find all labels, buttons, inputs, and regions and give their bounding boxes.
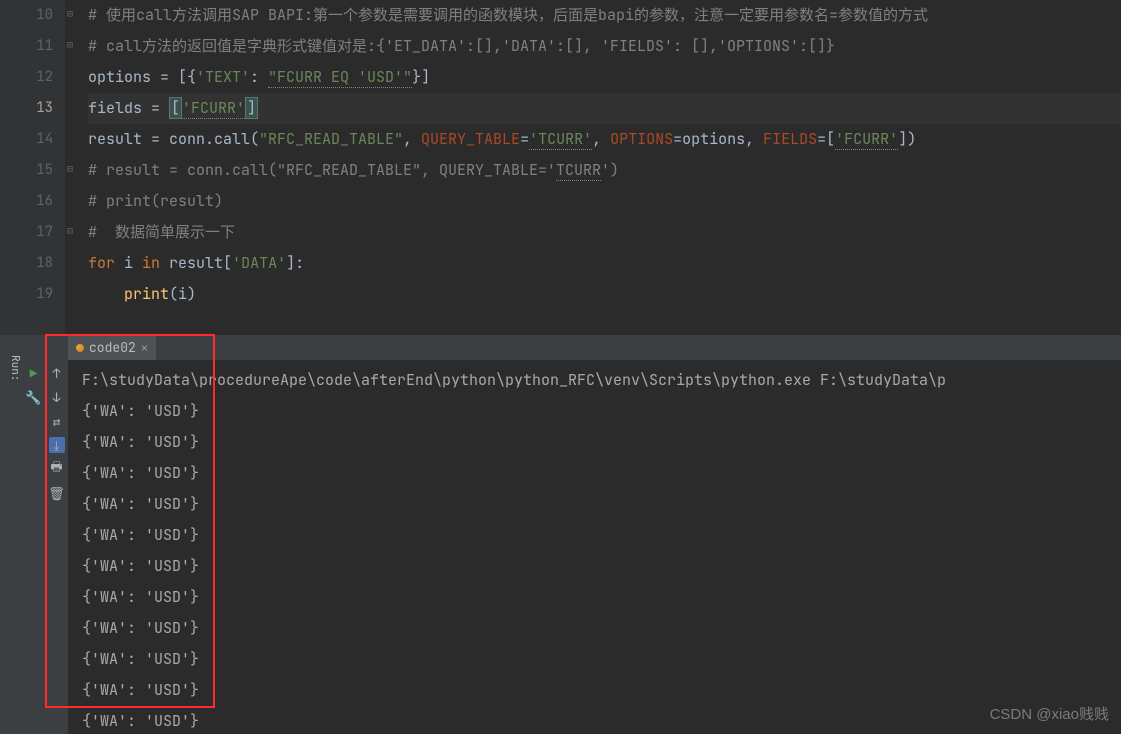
line-number[interactable]: 12	[0, 62, 53, 93]
line-number[interactable]: 18	[0, 248, 53, 279]
up-icon[interactable]: ↑	[49, 365, 65, 381]
line-number[interactable]: 14	[0, 124, 53, 155]
softwrap-icon[interactable]: ⇄	[49, 413, 65, 429]
code-line: # result = conn.call("RFC_READ_TABLE", Q…	[88, 155, 1121, 186]
code-line: for i in result['DATA']:	[88, 248, 1121, 279]
run-label: Run:	[0, 335, 22, 734]
line-number[interactable]: 13	[0, 93, 53, 124]
code-line: # 数据简单展示一下	[88, 217, 1121, 248]
fold-mark-icon[interactable]: ⊟	[67, 9, 77, 19]
code-line: # 使用call方法调用SAP BAPI:第一个参数是需要调用的函数模块，后面是…	[88, 0, 1121, 31]
line-number[interactable]: 15	[0, 155, 53, 186]
line-gutter: 10111213141516171819	[0, 0, 65, 335]
wrench-icon[interactable]: 🔧	[26, 389, 42, 405]
print-icon[interactable]: 🖶	[49, 461, 65, 477]
line-number[interactable]: 16	[0, 186, 53, 217]
fold-mark-icon[interactable]: ⊟	[67, 164, 77, 174]
line-number[interactable]: 17	[0, 217, 53, 248]
down-icon[interactable]: ↓	[49, 389, 65, 405]
run-tabs: code02 ✕	[68, 335, 1121, 360]
console-output[interactable]: F:\studyData\procedureApe\code\afterEnd\…	[68, 360, 1121, 734]
fold-mark-icon[interactable]: ⊟	[67, 40, 77, 50]
code-line: print(i)	[88, 279, 1121, 310]
watermark: CSDN @xiao贱贱	[990, 703, 1109, 724]
code-lines[interactable]: # 使用call方法调用SAP BAPI:第一个参数是需要调用的函数模块，后面是…	[80, 0, 1121, 310]
fold-stripe: ⊟ ⊟ ⊟ ⊟	[65, 0, 80, 335]
scroll-end-icon[interactable]: ⤓	[49, 437, 65, 453]
code-line: options = [{'TEXT': "FCURR EQ 'USD'"}]	[88, 62, 1121, 93]
python-file-icon	[76, 344, 84, 352]
tab-label: code02	[89, 339, 136, 356]
run-toolbar-right: ↑ ↓ ⇄ ⤓ 🖶 🗑	[45, 335, 68, 734]
run-tab[interactable]: code02 ✕	[68, 335, 156, 360]
close-icon[interactable]: ✕	[141, 340, 148, 356]
code-line: # print(result)	[88, 186, 1121, 217]
code-line: # call方法的返回值是字典形式键值对是:{'ET_DATA':[],'DAT…	[88, 31, 1121, 62]
run-panel: Run: ▶ 🔧 ↑ ↓ ⇄ ⤓ 🖶 🗑 code02 ✕ F:\studyDa…	[0, 335, 1121, 734]
code-line: result = conn.call("RFC_READ_TABLE", QUE…	[88, 124, 1121, 155]
run-toolbar-left: ▶ 🔧	[22, 335, 45, 734]
code-editor[interactable]: 10111213141516171819 ⊟ ⊟ ⊟ ⊟ # 使用call方法调…	[0, 0, 1121, 335]
line-number[interactable]: 11	[0, 31, 53, 62]
trash-icon[interactable]: 🗑	[49, 485, 65, 501]
code-line-current: fields = ['FCURR']	[88, 93, 1121, 124]
line-number[interactable]: 19	[0, 279, 53, 310]
line-number[interactable]: 10	[0, 0, 53, 31]
rerun-icon[interactable]: ▶	[26, 365, 42, 381]
fold-mark-icon[interactable]: ⊟	[67, 226, 77, 236]
